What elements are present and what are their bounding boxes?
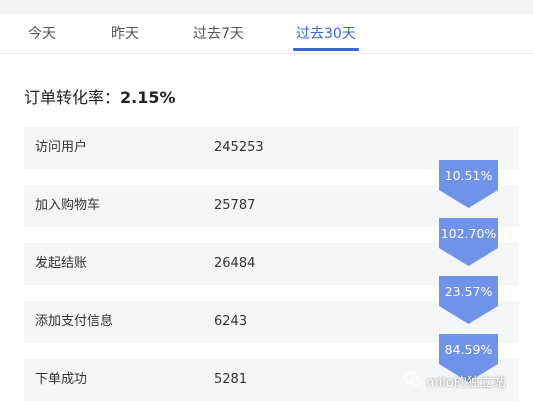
tab-yesterday[interactable]: 昨天 (111, 14, 139, 54)
order-conversion-rate: 订单转化率：2.15% (24, 84, 176, 112)
step-rate-badge: 10.51% (439, 160, 498, 208)
conversion-rate-value: 2.15% (120, 88, 176, 107)
step-rate-value: 10.51% (444, 168, 493, 183)
active-tab-indicator (293, 48, 359, 51)
time-range-tabs: 今天 昨天 过去7天 过去30天 (0, 14, 533, 54)
conversion-rate-label: 订单转化率： (24, 88, 121, 107)
step-rate-badge: 23.57% (439, 276, 498, 324)
tab-last-7-days[interactable]: 过去7天 (193, 14, 244, 54)
step-rate-value: 23.57% (444, 284, 493, 299)
funnel-row-value: 26484 (214, 256, 256, 271)
watermark: milo的独立站 (403, 372, 506, 394)
funnel-row-label: 下单成功 (35, 372, 88, 387)
funnel-row-value: 245253 (214, 140, 264, 155)
watermark-text: milo的独立站 (426, 375, 506, 391)
funnel-row-label: 发起结账 (35, 256, 88, 271)
step-rate-badge: 102.70% (439, 218, 498, 266)
funnel-row-label: 加入购物车 (35, 198, 101, 213)
wechat-icon (403, 372, 422, 394)
funnel-row-value: 5281 (214, 372, 248, 387)
top-strip (0, 0, 533, 14)
step-rate-value: 84.59% (444, 342, 493, 357)
tab-today[interactable]: 今天 (28, 14, 56, 54)
funnel-row-value: 25787 (214, 198, 256, 213)
funnel-row-label: 添加支付信息 (35, 314, 114, 329)
funnel-row-value: 6243 (214, 314, 248, 329)
step-rate-value: 102.70% (440, 226, 497, 241)
funnel-row-label: 访问用户 (35, 140, 88, 155)
